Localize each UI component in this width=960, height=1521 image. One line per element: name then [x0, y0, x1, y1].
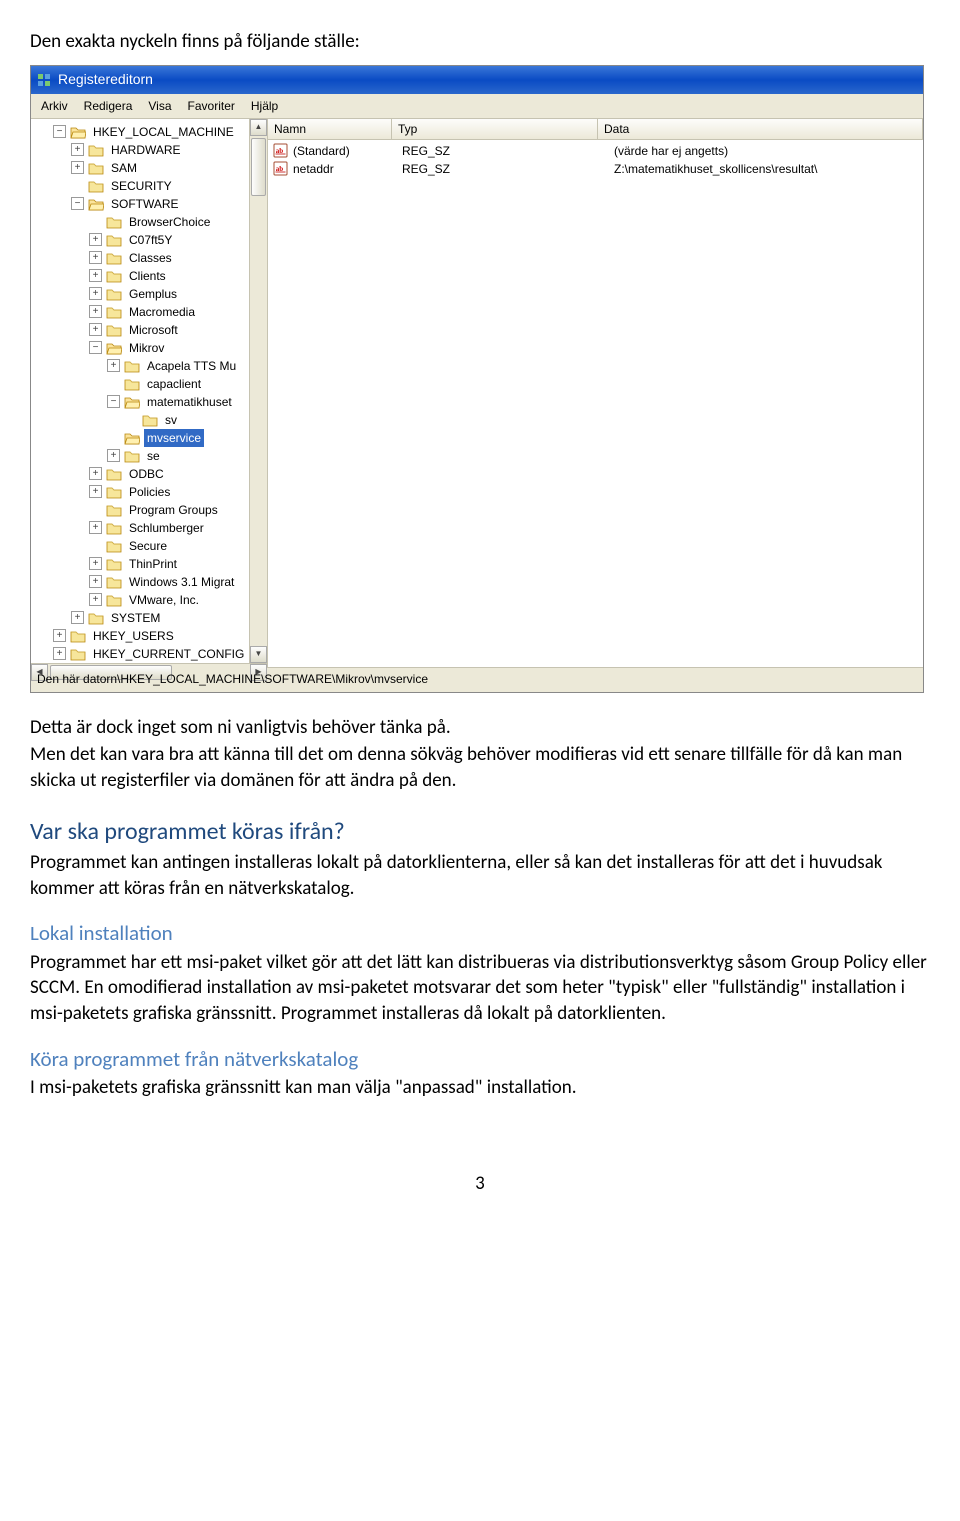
tree-node-browserchoice[interactable]: +BrowserChoice	[31, 213, 249, 231]
tree-node-policies[interactable]: +Policies	[31, 483, 249, 501]
tree-node-classes[interactable]: +Classes	[31, 249, 249, 267]
tree-node-vmware[interactable]: +VMware, Inc.	[31, 591, 249, 609]
tree-node-hardware[interactable]: +HARDWARE	[31, 141, 249, 159]
tree-node-win31[interactable]: +Windows 3.1 Migrat	[31, 573, 249, 591]
tree-node-macromedia[interactable]: +Macromedia	[31, 303, 249, 321]
value-name: netaddr	[293, 161, 334, 177]
heading-lokal-installation: Lokal installation	[30, 919, 930, 947]
tree-node-hku[interactable]: +HKEY_USERS	[31, 627, 249, 645]
value-row[interactable]: netaddr REG_SZ Z:\matematikhuset_skollic…	[268, 160, 923, 178]
tree-node-sv[interactable]: +sv	[31, 411, 249, 429]
tree-vertical-scrollbar[interactable]: ▲ ▼	[249, 119, 267, 663]
col-type[interactable]: Typ	[392, 119, 598, 139]
body-paragraph: Men det kan vara bra att känna till det …	[30, 742, 930, 793]
tree-pane: −HKEY_LOCAL_MACHINE +HARDWARE +SAM +SECU…	[31, 119, 268, 667]
col-data[interactable]: Data	[598, 119, 923, 139]
titlebar[interactable]: Registereditorn	[31, 66, 923, 94]
body-paragraph: I msi-paketets grafiska gränssnitt kan m…	[30, 1075, 930, 1101]
menubar: Arkiv Redigera Visa Favoriter Hjälp	[31, 94, 923, 119]
window-title: Registereditorn	[58, 70, 153, 89]
tree-node-odbc[interactable]: +ODBC	[31, 465, 249, 483]
tree-node-system[interactable]: +SYSTEM	[31, 609, 249, 627]
value-data: Z:\matematikhuset_skollicens\resultat\	[608, 161, 923, 177]
value-type: REG_SZ	[396, 161, 608, 177]
reg-sz-icon	[272, 143, 288, 159]
tree-node-hklm[interactable]: −HKEY_LOCAL_MACHINE	[31, 123, 249, 141]
scroll-down-icon[interactable]: ▼	[250, 646, 267, 663]
menu-edit[interactable]: Redigera	[76, 96, 141, 116]
body-paragraph: Detta är dock inget som ni vanligtvis be…	[30, 715, 930, 741]
value-data: (värde har ej angetts)	[608, 143, 923, 159]
value-name: (Standard)	[293, 143, 350, 159]
tree-node-schlumberger[interactable]: +Schlumberger	[31, 519, 249, 537]
heading-var-ska-programmet: Var ska programmet köras ifrån?	[30, 816, 930, 848]
body-paragraph: Programmet kan antingen installeras loka…	[30, 850, 930, 901]
body-paragraph: Programmet har ett msi-paket vilket gör …	[30, 950, 930, 1027]
scroll-thumb[interactable]	[251, 138, 266, 196]
tree-node-c07ft5y[interactable]: +C07ft5Y	[31, 231, 249, 249]
tree-node-sam[interactable]: +SAM	[31, 159, 249, 177]
menu-favorites[interactable]: Favoriter	[180, 96, 243, 116]
tree-node-clients[interactable]: +Clients	[31, 267, 249, 285]
tree-node-microsoft[interactable]: +Microsoft	[31, 321, 249, 339]
value-type: REG_SZ	[396, 143, 608, 159]
scroll-up-icon[interactable]: ▲	[250, 119, 267, 136]
value-row[interactable]: (Standard) REG_SZ (värde har ej angetts)	[268, 142, 923, 160]
regedit-window: Registereditorn Arkiv Redigera Visa Favo…	[30, 65, 924, 693]
intro-text: Den exakta nyckeln finns på följande stä…	[30, 29, 930, 55]
menu-view[interactable]: Visa	[140, 96, 179, 116]
tree-node-programgroups[interactable]: +Program Groups	[31, 501, 249, 519]
tree-node-matematikhuset[interactable]: −matematikhuset	[31, 393, 249, 411]
page-number: 3	[30, 1171, 930, 1197]
tree-node-hkcc[interactable]: +HKEY_CURRENT_CONFIG	[31, 645, 249, 663]
col-name[interactable]: Namn	[268, 119, 392, 139]
heading-natverkskatalog: Köra programmet från nätverkskatalog	[30, 1045, 930, 1073]
app-icon	[35, 71, 53, 89]
tree-node-mvservice[interactable]: +mvservice	[31, 429, 249, 447]
tree-node-acapela[interactable]: +Acapela TTS Mu	[31, 357, 249, 375]
tree-node-thinprint[interactable]: +ThinPrint	[31, 555, 249, 573]
menu-file[interactable]: Arkiv	[33, 96, 76, 116]
tree-node-mikrov[interactable]: −Mikrov	[31, 339, 249, 357]
column-headers: Namn Typ Data	[268, 119, 923, 140]
tree-node-se[interactable]: +se	[31, 447, 249, 465]
tree-node-secure[interactable]: +Secure	[31, 537, 249, 555]
tree-node-capaclient[interactable]: +capaclient	[31, 375, 249, 393]
tree-node-software[interactable]: −SOFTWARE	[31, 195, 249, 213]
tree-node-gemplus[interactable]: +Gemplus	[31, 285, 249, 303]
menu-help[interactable]: Hjälp	[243, 96, 286, 116]
list-pane: Namn Typ Data (Standard) REG_SZ (värde h…	[268, 119, 923, 667]
reg-sz-icon	[272, 161, 288, 177]
statusbar: Den här datorn\HKEY_LOCAL_MACHINE\SOFTWA…	[31, 667, 923, 692]
tree-node-security[interactable]: +SECURITY	[31, 177, 249, 195]
